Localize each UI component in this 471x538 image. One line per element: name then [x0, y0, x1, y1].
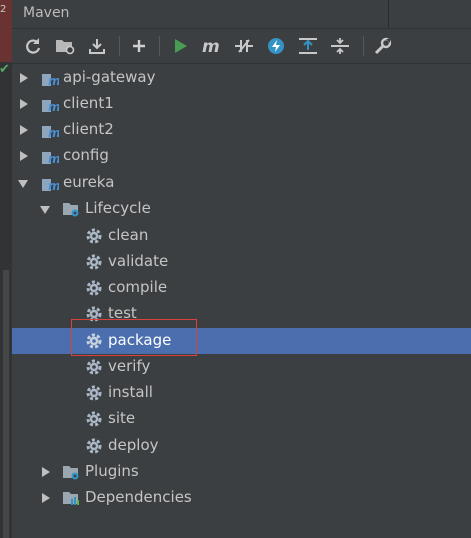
goal-label: verify: [108, 357, 151, 375]
svg-text:m: m: [48, 179, 59, 192]
plugins-folder-icon: [63, 466, 79, 480]
goal-clean[interactable]: clean: [12, 223, 471, 249]
svg-text:m: m: [48, 152, 59, 165]
tree-item-label: Dependencies: [85, 488, 192, 506]
toolbar-separator: [159, 36, 160, 56]
expand-arrow-icon[interactable]: [20, 125, 28, 135]
toggle-offline-icon: [235, 39, 253, 53]
goal-verify[interactable]: verify: [12, 354, 471, 380]
gear-icon: [86, 280, 102, 296]
tree-item-client2[interactable]: m client2: [12, 117, 471, 143]
tree-item-label: client2: [63, 120, 114, 138]
gear-icon: [86, 359, 102, 375]
run-button[interactable]: [167, 33, 193, 59]
download-sources-button[interactable]: [84, 33, 110, 59]
header-divider: [388, 0, 389, 28]
toggle-offline-button[interactable]: [231, 33, 257, 59]
generate-sources-icon: [56, 40, 75, 55]
tree-item-dependencies[interactable]: Dependencies: [12, 485, 471, 511]
tree-item-api-gateway[interactable]: m api-gateway: [12, 65, 471, 91]
goal-label: site: [108, 409, 136, 427]
skip-tests-button[interactable]: [263, 33, 289, 59]
expand-arrow-icon[interactable]: [20, 73, 28, 83]
maven-module-icon: m: [42, 126, 59, 139]
tree-item-lifecycle[interactable]: Lifecycle: [12, 196, 471, 222]
expand-arrow-icon[interactable]: [20, 151, 28, 161]
scrollbar[interactable]: [3, 270, 9, 538]
gutter-line-number: 2: [0, 4, 7, 15]
editor-gutter: 2 ✔: [0, 0, 12, 538]
tree-item-plugins[interactable]: Plugins: [12, 459, 471, 485]
collapse-arrow-icon[interactable]: [18, 180, 28, 188]
reimport-button[interactable]: [20, 33, 46, 59]
expand-arrow-icon[interactable]: [42, 467, 50, 477]
goal-site[interactable]: site: [12, 406, 471, 432]
goal-label: validate: [108, 252, 169, 270]
dependencies-folder-icon: [63, 492, 79, 505]
svg-text:m: m: [202, 37, 220, 55]
expand-arrow-icon[interactable]: [20, 99, 28, 109]
tree-item-label: Lifecycle: [85, 199, 151, 217]
maven-module-icon: m: [42, 179, 59, 192]
tree-item-eureka[interactable]: m eureka: [12, 170, 471, 196]
gear-icon: [86, 385, 102, 401]
execute-goal-button[interactable]: m: [199, 33, 225, 59]
goal-label: deploy: [108, 436, 159, 454]
add-project-button[interactable]: [126, 33, 152, 59]
download-icon: [89, 39, 105, 54]
collapse-all-icon: [331, 38, 349, 54]
skip-tests-icon: [268, 38, 284, 54]
tree-item-label: Plugins: [85, 462, 139, 480]
maven-module-icon: m: [42, 74, 59, 87]
checkmark-icon: ✔: [0, 62, 10, 77]
highlight-box: [71, 319, 197, 356]
collapse-all-button[interactable]: [327, 33, 353, 59]
run-icon: [175, 39, 187, 53]
collapse-arrow-icon[interactable]: [40, 206, 50, 214]
maven-module-icon: m: [42, 100, 59, 113]
generate-sources-button[interactable]: [52, 33, 78, 59]
gear-icon: [86, 411, 102, 427]
svg-text:m: m: [48, 126, 59, 139]
show-dependencies-icon: [299, 38, 317, 54]
goal-validate[interactable]: validate: [12, 249, 471, 275]
goal-label: clean: [108, 226, 149, 244]
goal-deploy[interactable]: deploy: [12, 433, 471, 459]
tree-item-label: eureka: [63, 173, 115, 191]
toolbar-separator: [363, 36, 364, 56]
tool-window-header: Maven: [12, 0, 471, 29]
tree-item-label: api-gateway: [63, 68, 156, 86]
tree-item-client1[interactable]: m client1: [12, 91, 471, 117]
gear-icon: [86, 438, 102, 454]
reimport-icon: [26, 38, 41, 54]
tool-window-title: Maven: [23, 5, 70, 21]
goal-install[interactable]: install: [12, 380, 471, 406]
tree-item-label: config: [63, 146, 109, 164]
tree-item-config[interactable]: m config: [12, 143, 471, 169]
tree-item-label: client1: [63, 94, 114, 112]
settings-wrench-icon: [374, 37, 392, 55]
settings-button[interactable]: [370, 33, 396, 59]
svg-text:m: m: [48, 74, 59, 87]
gear-icon: [86, 228, 102, 244]
goal-compile[interactable]: compile: [12, 275, 471, 301]
lifecycle-folder-icon: [63, 203, 79, 217]
gear-icon: [86, 254, 102, 270]
svg-text:m: m: [48, 100, 59, 113]
execute-goal-icon: m: [202, 37, 220, 55]
toolbar-separator: [119, 36, 120, 56]
show-dependencies-button[interactable]: [295, 33, 321, 59]
maven-module-icon: m: [42, 152, 59, 165]
goal-label: install: [108, 383, 153, 401]
maven-toolbar: m: [12, 29, 471, 64]
expand-arrow-icon[interactable]: [42, 493, 50, 503]
goal-label: compile: [108, 278, 168, 296]
add-icon: [133, 40, 145, 52]
maven-project-tree: m api-gateway m client1 m client2 m conf…: [12, 64, 471, 538]
